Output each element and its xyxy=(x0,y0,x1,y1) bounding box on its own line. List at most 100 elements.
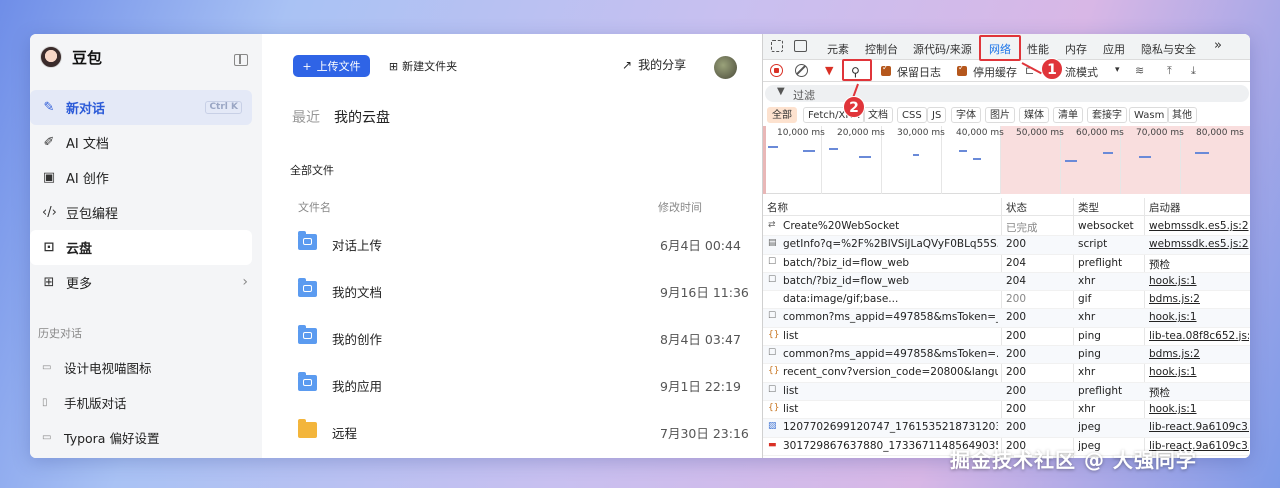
list-item[interactable]: 我的文档 9月16日 11:36 xyxy=(290,267,750,314)
column-header-status[interactable]: 状态 xyxy=(1006,200,1027,215)
inspect-element-icon[interactable] xyxy=(771,40,783,52)
folder-icon xyxy=(298,419,317,438)
table-row[interactable]: ☐ common?ms_appid=497858&msToken=... 200… xyxy=(763,346,1250,365)
file-time: 9月1日 22:19 xyxy=(660,379,741,394)
clear-icon[interactable] xyxy=(795,64,808,77)
list-item[interactable]: 我的应用 9月1日 22:19 xyxy=(290,361,750,408)
tab-memory[interactable]: 内存 xyxy=(1065,41,1087,57)
request-status: 200 xyxy=(1006,293,1027,306)
request-initiator-link[interactable]: bdms.js:2 xyxy=(1149,348,1249,360)
table-row[interactable]: ☐ list 200 preflight 预检 xyxy=(763,382,1250,401)
type-chip-wasm[interactable]: Wasm xyxy=(1129,107,1170,123)
breadcrumb-current[interactable]: 我的云盘 xyxy=(334,107,390,127)
filter-funnel-icon[interactable]: ▼ xyxy=(825,64,833,77)
request-initiator-link[interactable]: hook.js:1 xyxy=(1149,403,1249,415)
column-header-initiator[interactable]: 启动器 xyxy=(1149,200,1181,215)
document-icon: ☐ xyxy=(768,256,777,267)
table-row[interactable]: ☐ batch/?biz_id=flow_web 204 preflight 预… xyxy=(763,255,1250,273)
table-row[interactable]: {} list 200 ping lib-tea.08f8c652.js:1 xyxy=(763,328,1250,347)
type-chip-js[interactable]: JS xyxy=(927,107,947,123)
type-chip-other[interactable]: 其他 xyxy=(1167,107,1197,123)
upload-har-icon[interactable]: ⤒ xyxy=(1167,64,1172,78)
request-type: preflight xyxy=(1078,384,1123,397)
preserve-log-checkbox[interactable] xyxy=(881,63,891,76)
list-item[interactable]: 我的创作 8月4日 03:47 xyxy=(290,314,750,361)
sidebar-item-new-chat[interactable]: ✎ 新对话 Ctrl K xyxy=(30,90,252,125)
pen-icon: ✐ xyxy=(43,135,55,150)
history-item[interactable]: ▯ 手机版对话 xyxy=(30,385,262,420)
type-chip-manifest[interactable]: 清单 xyxy=(1053,107,1083,123)
timeline-handle[interactable] xyxy=(763,126,766,194)
my-share-button[interactable]: ↗ 我的分享 xyxy=(622,56,686,73)
table-row[interactable]: {} recent_conv?version_code=20800&langu.… xyxy=(763,364,1250,383)
upload-file-button[interactable]: + 上传文件 xyxy=(293,55,370,77)
table-row[interactable]: ▤ getInfo?q=%2F%2BlVSiJLaQVyF0BLq55S... … xyxy=(763,236,1250,255)
json-icon: {} xyxy=(768,402,779,413)
request-initiator[interactable]: 预检 xyxy=(1149,385,1249,400)
new-folder-button[interactable]: ⊞ 新建文件夹 xyxy=(382,55,464,77)
request-initiator-link[interactable]: hook.js:1 xyxy=(1149,366,1249,378)
type-chip-css[interactable]: CSS xyxy=(897,107,927,123)
device-toolbar-icon[interactable] xyxy=(794,40,807,52)
tab-privacy-security[interactable]: 隐私与安全 xyxy=(1141,41,1196,57)
request-initiator-link[interactable]: hook.js:1 xyxy=(1149,311,1249,323)
tab-application[interactable]: 应用 xyxy=(1103,41,1125,57)
more-tabs-icon[interactable]: » xyxy=(1214,38,1222,53)
type-chip-img[interactable]: 图片 xyxy=(985,107,1015,123)
disable-cache-checkbox[interactable] xyxy=(957,63,967,76)
brand-name: 豆包 xyxy=(72,48,103,67)
list-item[interactable]: 对话上传 6月4日 00:44 xyxy=(290,220,750,267)
chevron-down-icon[interactable]: ▾ xyxy=(1115,65,1120,75)
tab-performance[interactable]: 性能 xyxy=(1027,41,1049,57)
table-row[interactable]: ☐ batch/?biz_id=flow_web 204 xhr hook.js… xyxy=(763,272,1250,292)
type-chip-doc[interactable]: 文档 xyxy=(863,107,893,123)
sidebar: 豆包 ✎ 新对话 Ctrl K ✐ AI 文档 ▣ AI 创作 ‹/› 豆包编程 xyxy=(30,34,262,458)
request-initiator[interactable]: 预检 xyxy=(1149,257,1249,272)
request-status: 204 xyxy=(1006,256,1027,269)
request-type: gif xyxy=(1078,293,1092,306)
request-initiator-link[interactable]: lib-react.9a6109c3.js xyxy=(1149,421,1249,433)
type-chip-socket[interactable]: 套接字 xyxy=(1087,107,1127,123)
avatar[interactable] xyxy=(714,56,737,79)
wifi-settings-icon[interactable]: ≋ xyxy=(1135,64,1144,77)
sidebar-item-ai-create[interactable]: ▣ AI 创作 xyxy=(30,160,262,195)
download-har-icon[interactable]: ⤓ xyxy=(1191,64,1196,78)
table-row[interactable]: ▨ 1207702699120747_17615352187312036... … xyxy=(763,419,1250,438)
brand[interactable]: 豆包 xyxy=(40,46,102,68)
table-row[interactable]: ☐ common?ms_appid=497858&msToken=_... 20… xyxy=(763,309,1250,328)
folder-doc-icon xyxy=(298,278,317,297)
throttle-select[interactable]: 流模式 xyxy=(1065,64,1098,80)
breadcrumb-recent[interactable]: 最近 xyxy=(292,107,320,127)
request-initiator-link[interactable]: webmssdk.es5.js:2 xyxy=(1149,238,1249,250)
sidebar-collapse-icon[interactable] xyxy=(234,54,248,66)
record-stop-icon[interactable] xyxy=(770,64,783,77)
type-chip-media[interactable]: 媒体 xyxy=(1019,107,1049,123)
filter-input[interactable]: ▼ 过滤 xyxy=(765,85,1249,102)
request-initiator-link[interactable]: bdms.js:2 xyxy=(1149,293,1249,305)
tab-console[interactable]: 控制台 xyxy=(865,41,898,57)
preserve-log-label: 保留日志 xyxy=(897,66,941,79)
column-header-name[interactable]: 名称 xyxy=(767,200,788,215)
request-name: recent_conv?version_code=20800&langu... xyxy=(783,366,998,379)
tab-sources[interactable]: 源代码/来源 xyxy=(913,41,972,57)
request-initiator-link[interactable]: lib-tea.08f8c652.js:1 xyxy=(1149,330,1249,342)
tab-elements[interactable]: 元素 xyxy=(827,41,849,57)
table-row[interactable]: ⇄ Create%20WebSocket 已完成 websocket webms… xyxy=(763,218,1250,237)
sidebar-item-coding[interactable]: ‹/› 豆包编程 xyxy=(30,195,262,230)
network-overview-timeline[interactable]: 10,000 ms 20,000 ms 30,000 ms 40,000 ms … xyxy=(763,126,1250,194)
type-chip-font[interactable]: 字体 xyxy=(951,107,981,123)
sidebar-item-ai-doc[interactable]: ✐ AI 文档 xyxy=(30,125,262,160)
sidebar-item-more[interactable]: ⊞ 更多 › xyxy=(30,265,262,300)
tick-label: 80,000 ms xyxy=(1196,128,1244,138)
request-initiator-link[interactable]: hook.js:1 xyxy=(1149,275,1249,287)
request-initiator-link[interactable]: webmssdk.es5.js:2 xyxy=(1149,220,1249,232)
history-item[interactable]: ▭ Typora 偏好设置 xyxy=(30,420,262,455)
column-header-type[interactable]: 类型 xyxy=(1078,200,1099,215)
type-chip-all[interactable]: 全部 xyxy=(767,107,797,123)
history-item[interactable]: ▭ 设计电视喵图标 xyxy=(30,350,262,385)
list-item[interactable]: 远程 7月30日 23:16 xyxy=(290,408,750,455)
table-row[interactable]: {} list 200 xhr hook.js:1 xyxy=(763,401,1250,420)
sidebar-item-label: 新对话 xyxy=(66,102,106,117)
sidebar-item-cloud-disk[interactable]: ⊡ 云盘 xyxy=(30,230,252,265)
table-row[interactable]: data:image/gif;base... 200 gif bdms.js:2 xyxy=(763,291,1250,310)
